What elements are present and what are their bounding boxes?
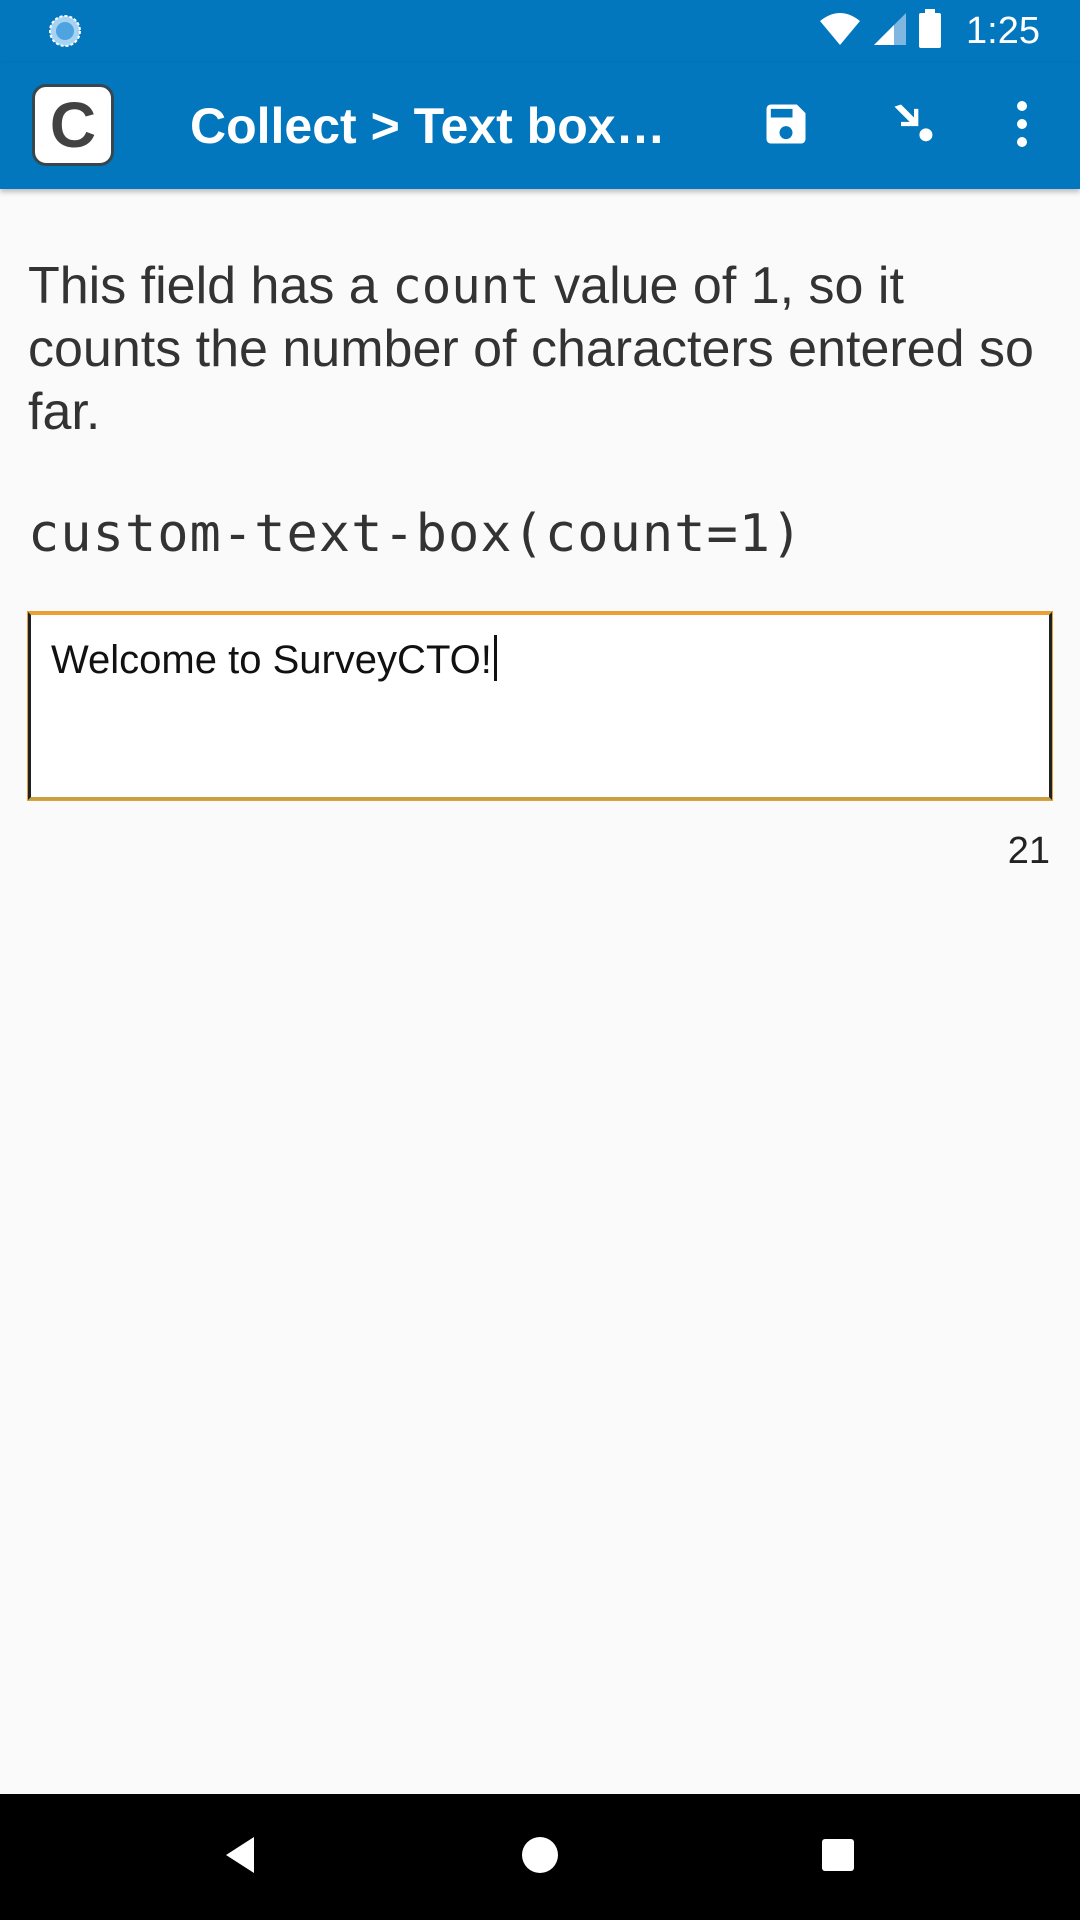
recents-button[interactable]	[808, 1827, 868, 1887]
jump-icon	[888, 98, 940, 155]
save-icon	[760, 98, 812, 155]
text-box-value-text: Welcome to SurveyCTO!	[51, 638, 492, 682]
character-count: 21	[1007, 830, 1050, 872]
status-time: 1:25	[966, 10, 1040, 52]
sync-icon	[48, 14, 82, 48]
overflow-menu-icon	[1012, 98, 1032, 155]
recents-icon	[820, 1837, 856, 1878]
home-button[interactable]	[510, 1827, 570, 1887]
text-cursor	[493, 635, 497, 681]
home-icon	[520, 1835, 560, 1880]
question-label: This field has a count value of 1, so it…	[28, 255, 1052, 444]
back-icon	[220, 1833, 260, 1882]
jump-button[interactable]	[884, 96, 944, 156]
text-box-value: Welcome to SurveyCTO!	[51, 635, 497, 683]
wifi-icon	[818, 11, 862, 52]
navigation-bar	[0, 1794, 1080, 1920]
status-icons: 1:25	[818, 0, 1040, 63]
app-bar: C Collect > Text box…	[0, 63, 1080, 189]
overflow-menu-button[interactable]	[992, 96, 1052, 156]
question-text-before: This field has a	[28, 257, 393, 315]
screen: 1:25 C Collect > Text box… This field ha…	[0, 0, 1080, 1920]
form-content: This field has a count value of 1, so it…	[27, 189, 1053, 873]
cellular-signal-icon	[872, 11, 908, 52]
app-title: Collect > Text box…	[190, 98, 666, 154]
battery-icon	[918, 9, 942, 54]
app-logo: C	[32, 84, 114, 166]
save-button[interactable]	[756, 96, 816, 156]
status-bar: 1:25	[0, 0, 1080, 63]
back-button[interactable]	[210, 1827, 270, 1887]
text-box-input[interactable]: Welcome to SurveyCTO!	[27, 611, 1053, 801]
question-code-word: count	[392, 258, 540, 315]
appearance-code: custom-text-box(count=1)	[28, 504, 804, 564]
